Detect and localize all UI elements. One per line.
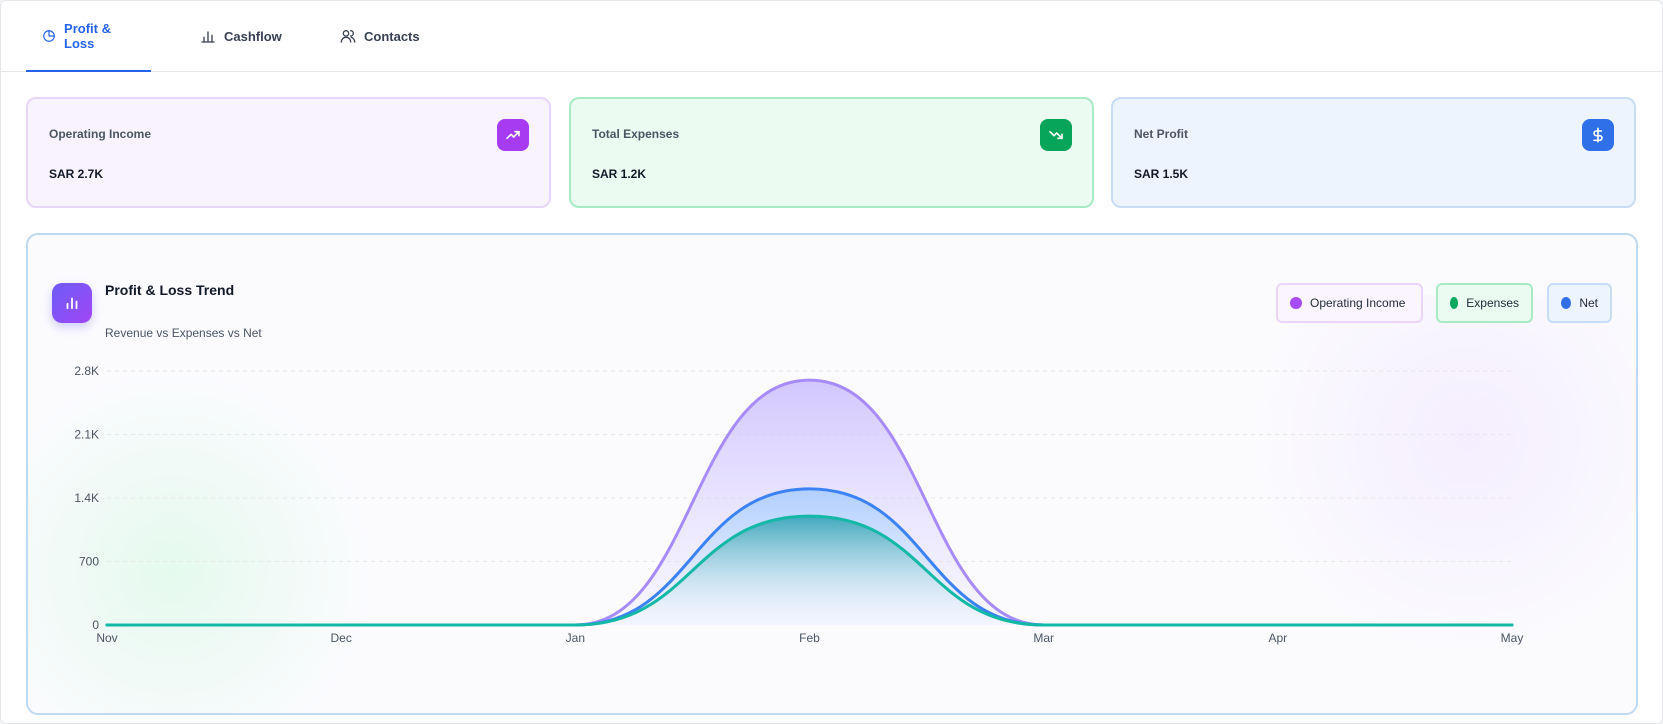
x-tick-label: Feb [799,631,820,645]
kpi-card-net-profit: Net Profit SAR 1.5K [1111,97,1636,208]
kpi-value: SAR 1.5K [1134,167,1189,181]
tab-cashflow[interactable]: Cashflow [184,1,298,71]
tab-bar: Profit & Loss Cashflow Contacts [1,1,1662,72]
chart-card: Profit & Loss Trend Revenue vs Expenses … [26,233,1638,715]
x-tick-label: Nov [96,631,117,645]
x-tick-label: Jan [566,631,585,645]
y-tick-label: 1.4K [74,491,99,505]
series-area-expenses [107,516,1512,625]
dashboard-frame: Profit & Loss Cashflow Contacts Operatin… [0,0,1663,724]
x-tick-label: May [1501,631,1524,645]
y-tick-label: 700 [79,555,99,569]
trending-down-icon [1040,119,1072,151]
bar-chart-icon [201,31,215,43]
chart-plot: 0 700 1.4K 2.1K 2.8K Nov Dec Jan Feb Mar Apr May [74,364,1524,645]
kpi-value: SAR 2.7K [49,167,104,181]
x-tick-label: Apr [1268,631,1287,645]
tab-profit-loss[interactable]: Profit & Loss [26,1,151,72]
y-tick-label: 0 [92,618,99,632]
kpi-label: Total Expenses [592,127,680,141]
kpi-label: Net Profit [1134,127,1188,141]
y-tick-label: 2.1K [74,428,99,442]
pie-chart-icon [43,30,55,42]
kpi-card-operating-income: Operating Income SAR 2.7K [26,97,551,208]
users-icon [340,30,356,43]
trending-up-icon [497,119,529,151]
x-tick-label: Mar [1033,631,1054,645]
y-tick-label: 2.8K [74,364,99,378]
tab-contacts[interactable]: Contacts [324,1,436,71]
kpi-label: Operating Income [49,127,152,141]
tab-label: Profit & Loss [64,21,111,51]
x-tick-label: Dec [330,631,351,645]
kpi-card-total-expenses: Total Expenses SAR 1.2K [569,97,1094,208]
dollar-icon [1582,119,1614,151]
tab-label: Cashflow [224,28,282,44]
tab-label: Contacts [364,28,420,44]
kpi-value: SAR 1.2K [592,167,647,181]
